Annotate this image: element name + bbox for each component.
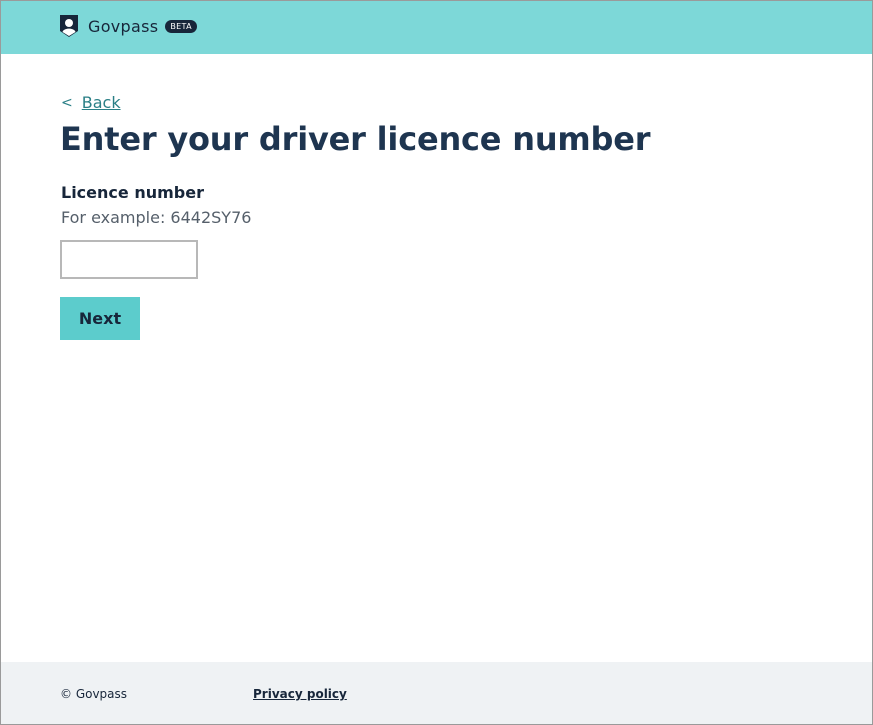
next-button[interactable]: Next: [60, 297, 140, 340]
back-link[interactable]: Back: [82, 93, 121, 112]
page-title: Enter your driver licence number: [60, 120, 651, 158]
copyright-text: © Govpass: [60, 687, 128, 701]
brand-name: Govpass: [88, 16, 159, 36]
chevron-left-icon: <: [61, 94, 73, 111]
site-footer: © Govpass Privacy policy: [1, 662, 872, 724]
licence-number-input[interactable]: [60, 240, 198, 279]
licence-number-hint: For example: 6442SY76: [61, 208, 252, 227]
beta-badge: BETA: [165, 19, 197, 33]
govpass-logo[interactable]: Govpass BETA: [59, 14, 197, 38]
site-header: Govpass BETA: [1, 1, 872, 54]
privacy-policy-link[interactable]: Privacy policy: [253, 687, 347, 701]
back-navigation: < Back: [61, 93, 121, 112]
licence-number-label: Licence number: [61, 183, 204, 202]
shield-person-icon: [60, 15, 78, 37]
